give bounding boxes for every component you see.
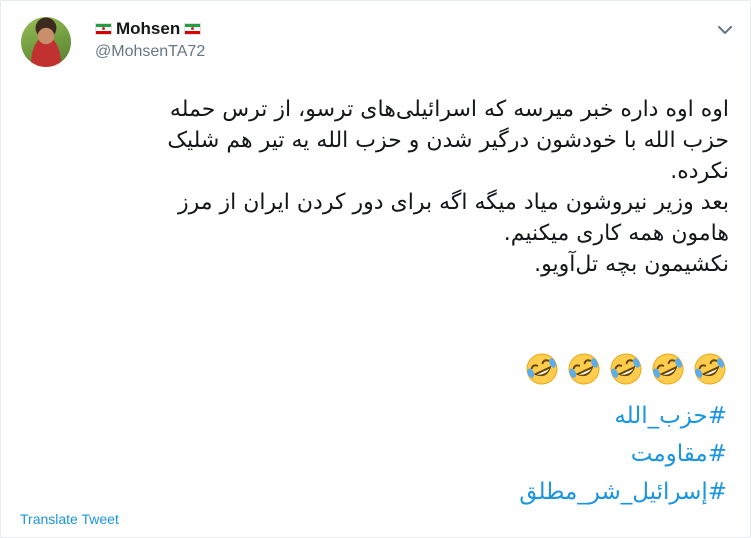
tweet-line: حزب الله با خودشون درگیر شدن و حزب الله … xyxy=(167,128,729,153)
iran-flag-icon xyxy=(95,23,112,35)
rolling-on-floor-laughing-icon xyxy=(566,351,602,387)
rolling-on-floor-laughing-icon xyxy=(524,351,560,387)
rolling-on-floor-laughing-icon xyxy=(650,351,686,387)
hashtag-link[interactable]: #حزب_الله xyxy=(519,397,727,435)
hashtag-list: #حزب_الله #مقاومت #إسرائيل_شر_مطلق xyxy=(519,397,727,511)
chevron-down-icon[interactable] xyxy=(714,19,736,41)
emoji-row xyxy=(524,351,728,387)
tweet-card: Mohsen @MohsenTA72 اوه اوه داره خبر میرس… xyxy=(0,0,751,538)
tweet-line: اوه اوه داره خبر میرسه که اسرائیلی‌های ت… xyxy=(169,97,729,122)
tweet-line: نکرده. xyxy=(670,159,729,184)
tweet-text: اوه اوه داره خبر میرسه که اسرائیلی‌های ت… xyxy=(29,94,729,280)
tweet-line: بعد وزیر نیروشون میاد میگه اگه برای دور … xyxy=(178,190,729,215)
author-name-row[interactable]: Mohsen xyxy=(95,19,202,39)
author-display-name[interactable]: Mohsen xyxy=(116,19,180,39)
avatar[interactable] xyxy=(21,17,71,67)
iran-flag-icon xyxy=(184,23,202,35)
hashtag-link[interactable]: #مقاومت xyxy=(519,435,727,473)
translate-tweet-link[interactable]: Translate Tweet xyxy=(20,511,119,527)
rolling-on-floor-laughing-icon xyxy=(608,351,644,387)
tweet-line: نکشیمون بچه تل‌آویو. xyxy=(534,252,729,277)
hashtag-link[interactable]: #إسرائيل_شر_مطلق xyxy=(519,473,727,511)
rolling-on-floor-laughing-icon xyxy=(692,351,728,387)
tweet-line: هامون همه کاری میکنیم. xyxy=(503,221,729,246)
author-handle[interactable]: @MohsenTA72 xyxy=(95,43,205,61)
